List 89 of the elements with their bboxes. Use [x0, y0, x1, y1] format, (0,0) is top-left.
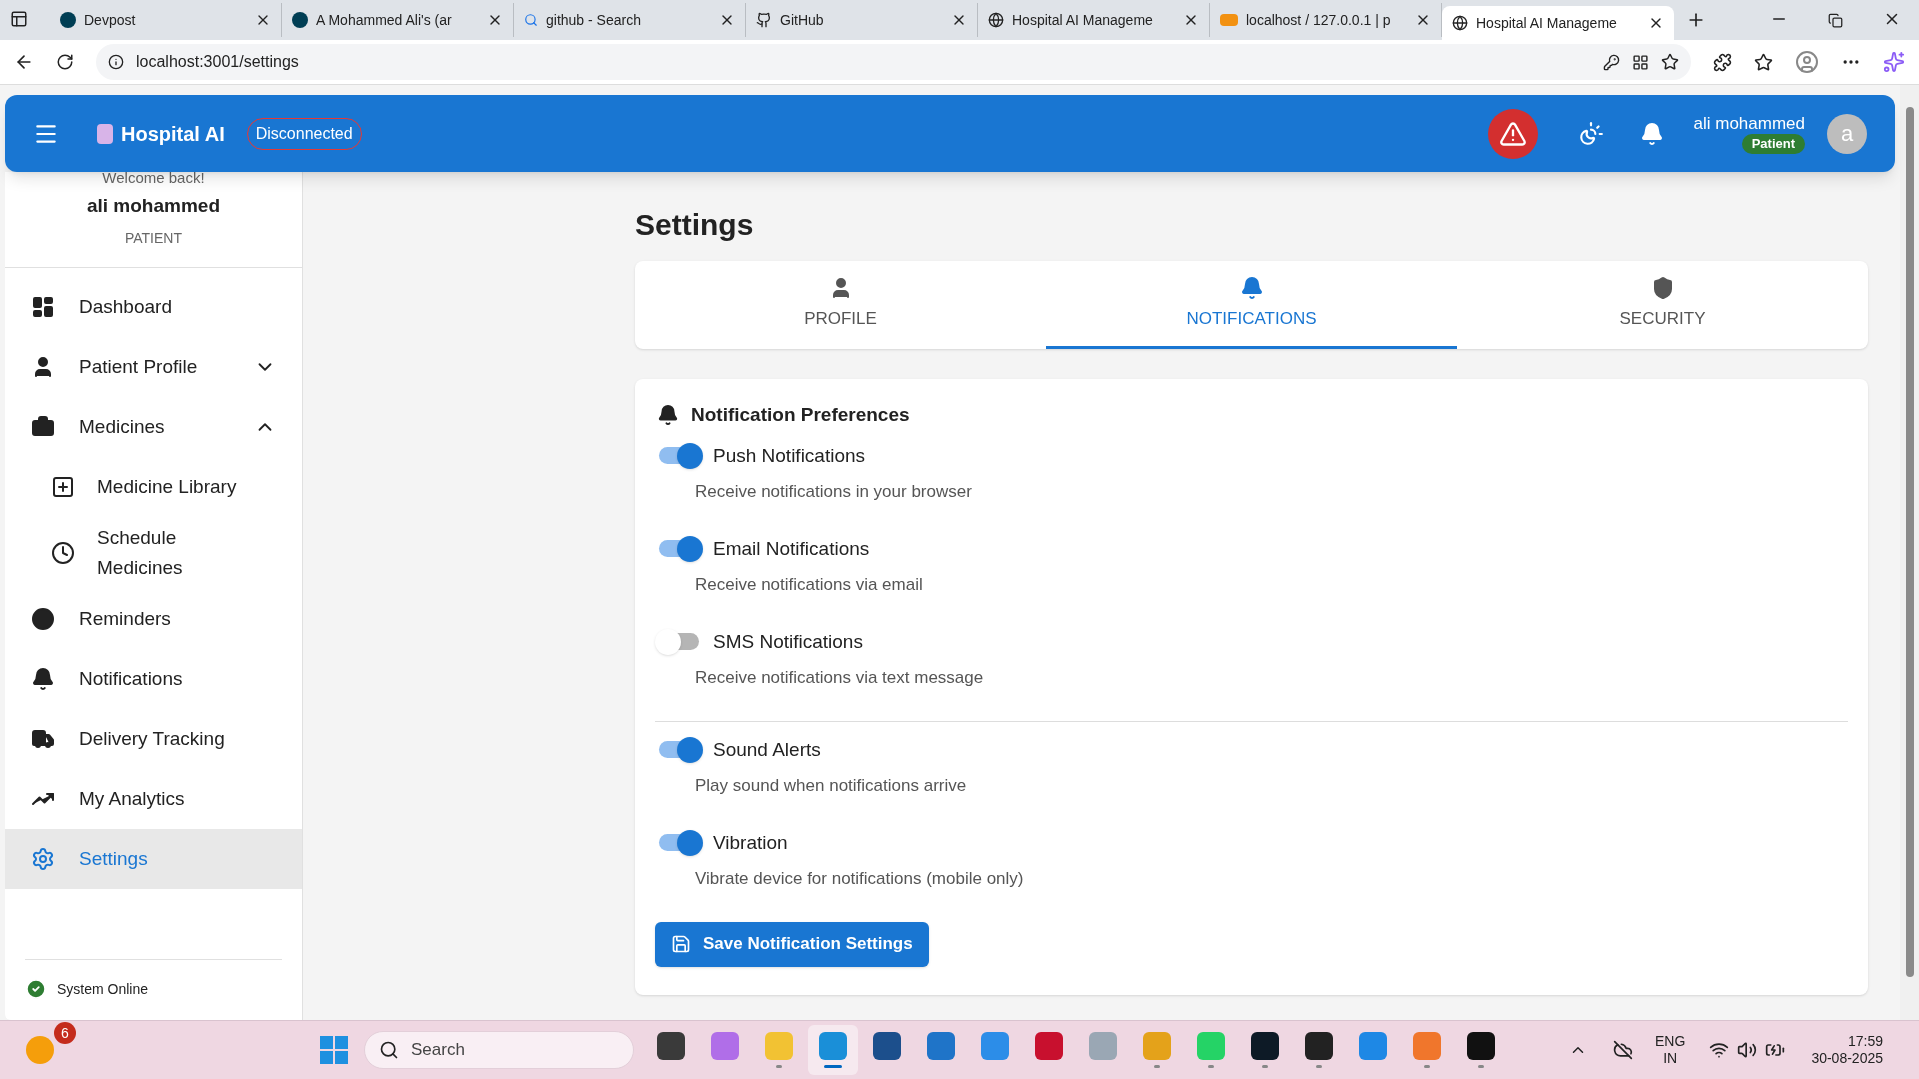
save-icon [671, 934, 691, 954]
taskbar-search-field[interactable]: Search [364, 1031, 634, 1069]
notification-badge: 6 [54, 1022, 76, 1044]
warning-icon [1498, 119, 1527, 148]
dashboard-icon [31, 295, 55, 320]
tab-title: GitHub [780, 10, 825, 30]
browser-tab[interactable]: A Mohammed Ali's (ar [282, 3, 514, 37]
tab-title: Devpost [84, 10, 137, 30]
start-icon[interactable] [320, 1036, 348, 1064]
search-icon [379, 1040, 399, 1060]
setting-description: Receive notifications via text message [695, 667, 985, 689]
globe-icon [988, 12, 1004, 28]
url-text: localhost:3001/settings [136, 52, 300, 72]
browser-tab[interactable]: Hospital AI Manageme [1442, 6, 1674, 40]
browser-tab[interactable]: Hospital AI Manageme [978, 3, 1210, 37]
info-icon [108, 54, 124, 70]
clock-time[interactable]: 17:59 [1847, 1032, 1883, 1050]
browser-tab[interactable]: Devpost [50, 3, 282, 37]
gear-icon [31, 847, 55, 872]
browser-tab[interactable]: localhost / 127.0.0.1 | p [1210, 3, 1442, 37]
tab-actions-icon[interactable] [10, 10, 28, 28]
sidebar-item[interactable]: My Analytics [5, 769, 302, 830]
globe-icon [1452, 15, 1468, 31]
region-indicator[interactable]: IN [1663, 1050, 1678, 1068]
settings-tab[interactable]: NOTIFICATIONS [1046, 261, 1457, 349]
sidebar-subitem[interactable]: Medicine Library [5, 457, 302, 518]
cloud-icon[interactable] [1613, 1040, 1634, 1060]
reload-icon[interactable] [56, 53, 74, 71]
favorites-icon[interactable] [1754, 52, 1773, 72]
key-icon[interactable] [1603, 53, 1620, 71]
setting-description: Receive notifications via email [695, 574, 924, 596]
search-icon [524, 13, 538, 27]
extensions-icon[interactable] [1713, 52, 1732, 72]
setting-description: Receive notifications in your browser [695, 481, 973, 503]
user-name: ali mohammed [1693, 113, 1805, 135]
brand-title: Hospital AI [121, 121, 225, 147]
check-icon [25, 978, 47, 1000]
tab-title: A Mohammed Ali's (ar [316, 10, 453, 30]
browser-tab[interactable]: GitHub [746, 3, 978, 37]
welcome-text: Welcome back! [102, 169, 205, 188]
language-indicator[interactable]: ENG [1655, 1032, 1686, 1050]
favorite-icon[interactable] [1661, 53, 1679, 71]
theme-toggle-icon[interactable] [1577, 120, 1604, 147]
setting-label: Push Notifications [713, 443, 866, 468]
github-icon [756, 12, 772, 28]
sidebar-item[interactable]: Reminders [5, 589, 302, 650]
volume-icon[interactable] [1737, 1040, 1758, 1060]
scrollbar[interactable] [1900, 85, 1919, 1020]
settings-tab[interactable]: PROFILE [635, 261, 1046, 349]
setting-description: Play sound when notifications arrive [695, 775, 968, 797]
section-title: Notification Preferences [691, 403, 910, 427]
site-icon [60, 12, 76, 28]
setting-label: Vibration [713, 830, 788, 855]
restore-icon[interactable] [1828, 13, 1843, 28]
system-status: System Online [57, 979, 149, 999]
sidebar-item[interactable]: Settings [5, 829, 302, 890]
settings-tab[interactable]: SECURITY [1457, 261, 1868, 349]
site-icon [292, 12, 308, 28]
bell-icon [1239, 275, 1264, 300]
sidebar-item[interactable]: Medicines [5, 397, 302, 458]
tab-title: github - Search [546, 10, 642, 30]
sidebar-subitem[interactable]: Schedule Medicines [5, 517, 302, 590]
page-title: Settings [635, 207, 755, 243]
tab-title: Hospital AI Manageme [1476, 13, 1618, 33]
setting-label: SMS Notifications [713, 629, 863, 654]
sidebar-item[interactable]: Dashboard [5, 277, 302, 338]
sidebar-role: PATIENT [124, 229, 182, 249]
bell-icon [657, 404, 679, 427]
wifi-icon[interactable] [1709, 1040, 1730, 1060]
address-bar[interactable]: localhost:3001/settings [96, 44, 1691, 80]
profile-icon[interactable] [1795, 50, 1819, 74]
tab-title: localhost / 127.0.0.1 | p [1246, 10, 1392, 30]
setting-description: Vibrate device for notifications (mobile only) [695, 868, 1025, 890]
plus-square-icon [51, 475, 75, 500]
browser-tab[interactable]: github - Search [514, 3, 746, 37]
role-badge: Patient [1741, 134, 1805, 154]
site-icon [1220, 14, 1238, 26]
bell-icon [31, 667, 55, 692]
setting-label: Sound Alerts [713, 737, 821, 762]
tab-title: Hospital AI Manageme [1012, 10, 1154, 30]
sidebar-item[interactable]: Notifications [5, 649, 302, 710]
setting-label: Email Notifications [713, 536, 870, 561]
sidebar-item[interactable]: Delivery Tracking [5, 709, 302, 770]
notifications-icon[interactable] [1639, 121, 1664, 146]
sidebar-user-name: ali mohammed [86, 193, 220, 218]
sidebar-item[interactable]: Patient Profile [5, 337, 302, 398]
clock-date[interactable]: 30-08-2025 [1811, 1050, 1883, 1068]
save-button[interactable]: Save Notification Settings [655, 921, 929, 967]
apps-icon[interactable] [1632, 53, 1649, 71]
